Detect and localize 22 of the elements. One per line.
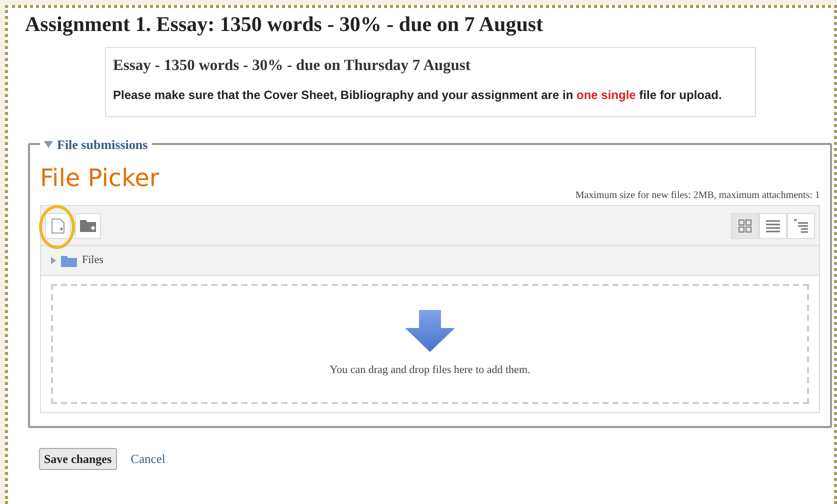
- icon-view-button[interactable]: [731, 212, 759, 238]
- list-icon: [765, 218, 781, 232]
- drop-hint: You can drag and drop files here to add them.: [330, 362, 530, 378]
- folder-plus-icon: [79, 218, 97, 233]
- cancel-link[interactable]: Cancel: [130, 450, 166, 468]
- add-file-button[interactable]: [45, 212, 71, 238]
- annotation-label: File Picker: [40, 165, 160, 191]
- intro-text: Please make sure that the Cover Sheet, Bibliography and your assignment are in one single file for upload.: [113, 87, 723, 104]
- folder-icon: [61, 254, 77, 266]
- intro-heading: Essay - 1350 words - 30% - due on Thursday 7 August: [113, 56, 471, 76]
- list-view-button[interactable]: [759, 212, 787, 238]
- save-button[interactable]: Save changes: [39, 448, 117, 470]
- tree-list-icon: [793, 218, 809, 232]
- path-label[interactable]: Files: [82, 252, 104, 269]
- grid-icon: [738, 218, 752, 232]
- file-limits-text: Maximum size for new files: 2MB, maximum attachments: 1: [575, 190, 820, 201]
- create-folder-button[interactable]: [75, 212, 101, 238]
- file-plus-icon: [51, 218, 65, 234]
- expand-arrow-icon: [51, 257, 56, 264]
- tree-view-button[interactable]: [787, 212, 815, 238]
- down-arrow-icon: [405, 310, 455, 352]
- assignment-title: Assignment 1. Essay: 1350 words - 30% - due on 7 August: [25, 11, 544, 38]
